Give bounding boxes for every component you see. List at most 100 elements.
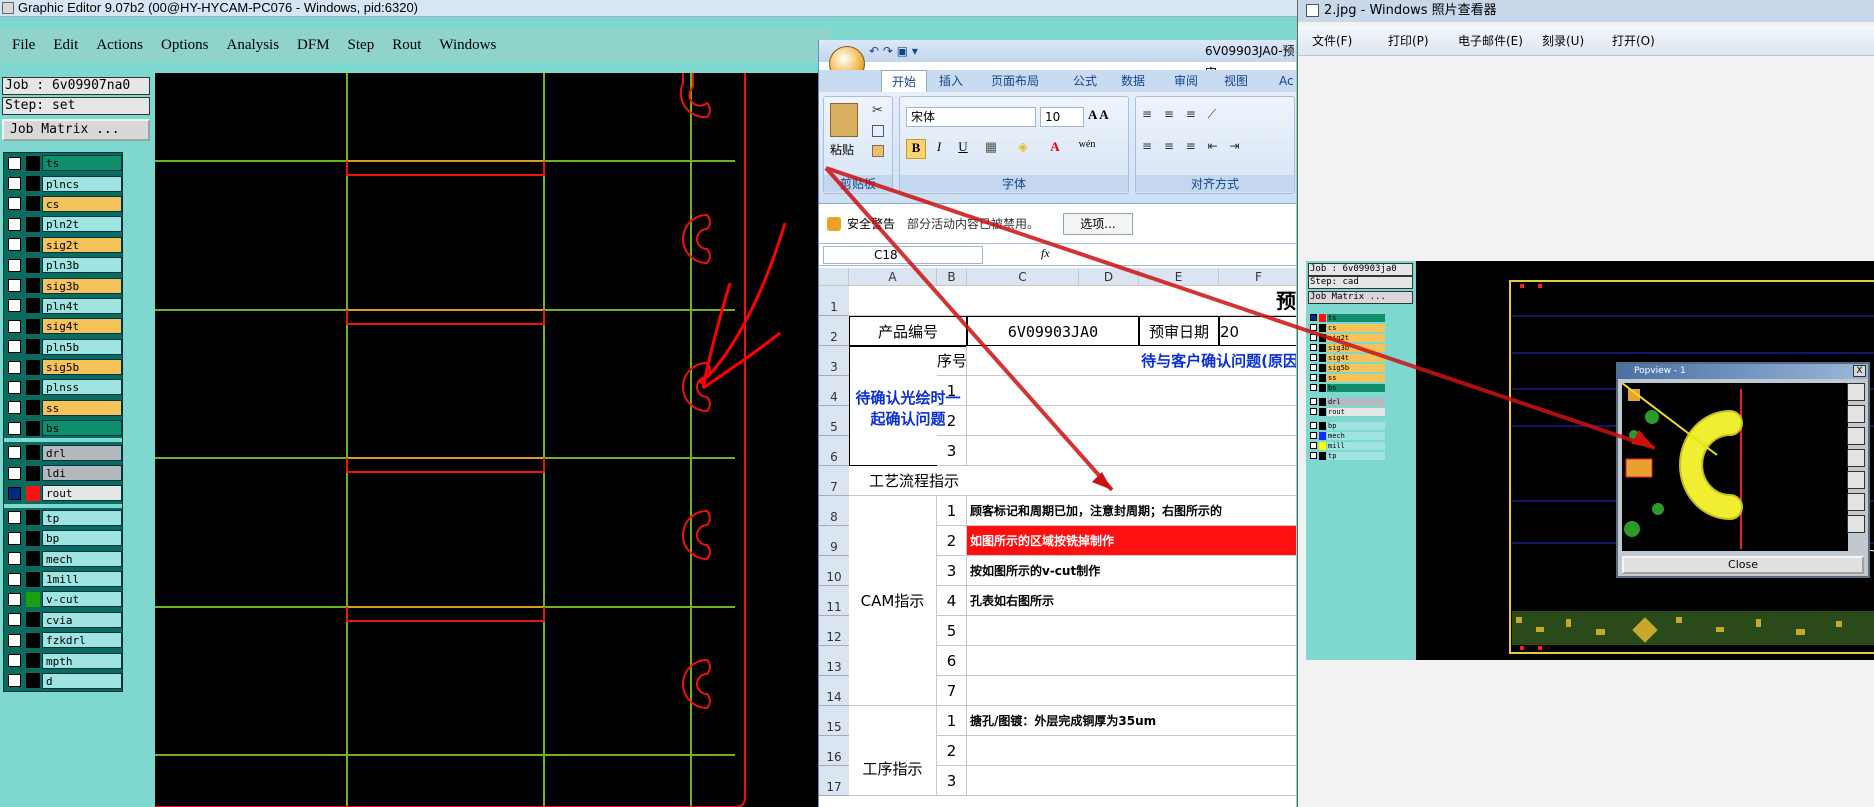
layer-row-mpth[interactable]: mpth (4, 650, 122, 670)
underline-icon[interactable]: U (952, 139, 974, 159)
viewer-menu-burn[interactable]: 刻录(U) (1542, 26, 1584, 56)
menu-analysis[interactable]: Analysis (227, 37, 280, 54)
layer-name[interactable]: pln2t (42, 216, 122, 233)
tab-page-layout[interactable]: 页面布局 (991, 70, 1039, 92)
row-header[interactable]: 14 (819, 676, 849, 706)
layer-name[interactable]: sig2t (42, 236, 122, 253)
menu-rout[interactable]: Rout (392, 37, 421, 54)
cell-empty[interactable] (967, 376, 1296, 406)
cell-seq[interactable]: 3 (937, 436, 967, 466)
job-matrix-button[interactable]: Job Matrix ... (2, 119, 150, 141)
cell-seq[interactable]: 4 (937, 586, 967, 616)
layer-checkbox[interactable] (8, 401, 21, 415)
layer-name[interactable]: pln4t (42, 297, 122, 314)
layer-row-mech[interactable]: mech (4, 548, 122, 568)
cell-instruction[interactable]: 按如图所示的v-cut制作 (967, 556, 1296, 586)
paste-label[interactable]: 粘贴 (830, 141, 854, 158)
layer-name[interactable]: 1mill (42, 571, 122, 587)
row-header[interactable]: 4 (819, 376, 849, 406)
layer-checkbox[interactable] (8, 654, 21, 668)
menu-options[interactable]: Options (161, 37, 209, 54)
cell-instruction[interactable]: 孔表如右图所示 (967, 586, 1296, 616)
layer-name[interactable]: v-cut (42, 591, 122, 608)
refresh-icon[interactable] (1847, 515, 1865, 533)
cell-seq-header[interactable]: 序号 (937, 346, 967, 376)
home-icon[interactable] (1847, 471, 1865, 489)
cell-process-label[interactable]: 工序指示 (849, 706, 937, 796)
layer-row-ts[interactable]: ts (4, 153, 122, 173)
fill-color-icon[interactable]: ◈ (1008, 139, 1038, 159)
layer-checkbox[interactable] (8, 319, 21, 333)
row-header[interactable]: 7 (819, 466, 849, 496)
layer-color-swatch[interactable] (26, 530, 40, 546)
cell-review-date-label[interactable]: 预审日期 (1139, 316, 1219, 346)
pan-icon[interactable] (1847, 449, 1865, 467)
viewer-menu-email[interactable]: 电子邮件(E) (1458, 26, 1523, 56)
layer-name[interactable]: ss (42, 399, 122, 416)
column-header[interactable]: A (849, 268, 937, 286)
layer-row-d[interactable]: d (4, 671, 122, 691)
graphic-canvas[interactable] (155, 73, 827, 807)
popview-close-icon[interactable]: X (1853, 365, 1866, 377)
format-painter-icon[interactable] (872, 145, 884, 157)
layer-name[interactable]: mech (42, 550, 122, 567)
zoom-in-icon[interactable] (1847, 383, 1865, 401)
layer-name[interactable]: ldi (42, 465, 122, 482)
cell-seq[interactable]: 2 (937, 526, 967, 556)
spreadsheet-grid[interactable]: A B C D E F 1 2 3 4 5 6 7 8 9 10 11 12 13 14 15 16 17 预产品编号 6V09… (819, 268, 1296, 807)
row-header[interactable]: 1 (819, 286, 849, 316)
layer-color-swatch[interactable] (26, 216, 40, 232)
layer-checkbox[interactable] (8, 511, 21, 525)
layer-name[interactable]: cvia (42, 611, 122, 628)
cell-review-date[interactable]: 20 (1219, 316, 1296, 346)
cell-seq[interactable]: 7 (937, 676, 967, 706)
fx-icon[interactable]: fx (1041, 246, 1050, 261)
cell-empty[interactable] (967, 766, 1296, 796)
paste-icon[interactable] (830, 103, 858, 137)
viewer-menu-print[interactable]: 打印(P) (1388, 26, 1429, 56)
layer-row-cvia[interactable]: cvia (4, 610, 122, 630)
grow-font-icon[interactable]: A A (1088, 107, 1109, 123)
horizontal-align-icons[interactable]: ≡ ≡ ≡ ⇤ ⇥ (1142, 139, 1244, 153)
cell-empty[interactable] (967, 616, 1296, 646)
cell-product-no[interactable]: 6V09903JA0 (967, 316, 1139, 346)
layer-checkbox[interactable] (8, 299, 21, 313)
cut-icon[interactable]: ✂ (872, 103, 883, 118)
cell-seq[interactable]: 2 (937, 736, 967, 766)
layer-name[interactable]: d (42, 672, 122, 689)
cell-seq[interactable]: 2 (937, 406, 967, 436)
cell-empty[interactable] (967, 406, 1296, 436)
layer-row-tp[interactable]: tp (4, 508, 122, 528)
row-header[interactable]: 10 (819, 556, 849, 586)
layer-row-sig4t[interactable]: sig4t (4, 316, 122, 336)
quick-access-icons[interactable]: ↶ ↷ ▣ ▾ (869, 40, 918, 62)
layer-name[interactable]: fzkdrl (42, 632, 122, 649)
row-header[interactable]: 13 (819, 646, 849, 676)
cell-seq[interactable]: 1 (937, 706, 967, 736)
vertical-align-icons[interactable]: ≡ ≡ ≡ ⟋ (1142, 107, 1220, 122)
excel-title-bar[interactable]: ↶ ↷ ▣ ▾ 6V09903JA0-预审 (819, 40, 1296, 80)
cell-instruction[interactable]: 顾客标记和周期已加，注意封周期；右图所示的 (967, 496, 1296, 526)
tab-formulas[interactable]: 公式 (1073, 70, 1097, 92)
layer-checkbox[interactable] (8, 633, 21, 647)
layer-color-swatch[interactable] (26, 591, 40, 607)
menu-actions[interactable]: Actions (96, 37, 143, 54)
cell-seq[interactable]: 1 (937, 496, 967, 526)
row-header[interactable]: 11 (819, 586, 849, 616)
column-header[interactable]: E (1139, 268, 1219, 286)
layer-color-swatch[interactable] (26, 632, 40, 648)
column-header[interactable]: D (1079, 268, 1139, 286)
layer-color-swatch[interactable] (26, 359, 40, 375)
row-header[interactable]: 6 (819, 436, 849, 466)
layer-color-swatch[interactable] (26, 551, 40, 567)
layer-row-sig5b[interactable]: sig5b (4, 357, 122, 377)
layer-checkbox[interactable] (8, 421, 21, 435)
layer-row-plnss[interactable]: plnss (4, 377, 122, 397)
layer-checkbox[interactable] (8, 572, 21, 586)
cell-empty[interactable] (967, 646, 1296, 676)
layer-row-1mill[interactable]: 1mill (4, 569, 122, 589)
layer-row-pln5b[interactable]: pln5b (4, 337, 122, 357)
popview-dialog[interactable]: Popview - 1 X Close (1616, 362, 1870, 578)
layer-name[interactable]: pln5b (42, 338, 122, 355)
layer-row-ldi[interactable]: ldi (4, 463, 122, 483)
